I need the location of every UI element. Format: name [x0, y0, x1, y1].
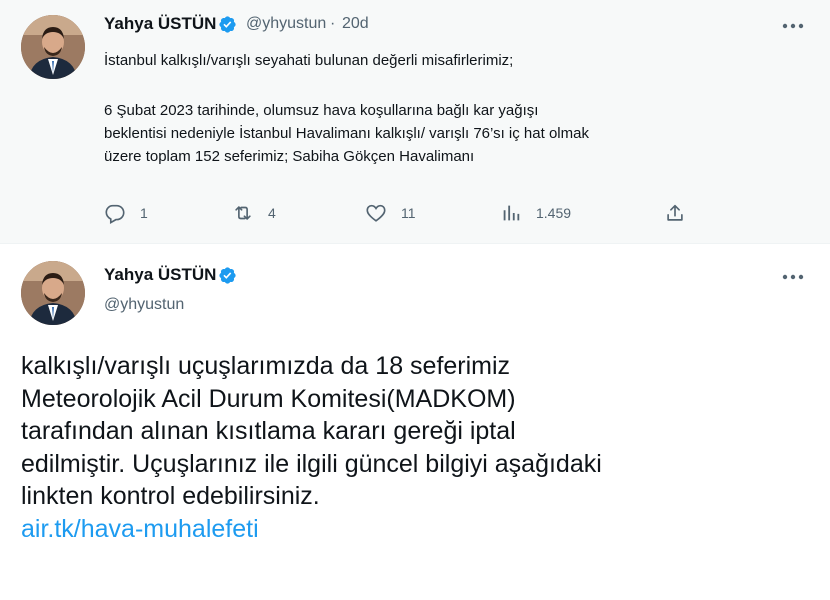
author-name[interactable]: Yahya ÜSTÜN [104, 14, 216, 34]
profile-photo [21, 261, 85, 325]
avatar[interactable] [21, 15, 85, 79]
author-handle[interactable]: @yhyustun [246, 15, 326, 33]
tweet-divider [0, 243, 830, 244]
views-button[interactable]: 1.459 [500, 200, 571, 226]
tweet-text-line: tarafından alınan kısıtlama kararı gereğ… [21, 417, 516, 445]
more-options-button[interactable] [778, 267, 808, 287]
more-options-button[interactable] [778, 16, 808, 36]
reply-button[interactable]: 1 [104, 200, 148, 226]
retweet-count: 4 [268, 205, 276, 221]
retweet-icon [235, 206, 251, 220]
tweet-text-line: 6 Şubat 2023 tarihinde, olumsuz hava koş… [104, 102, 539, 119]
tweet-text-line: edilmiştir. Uçuşlarınız ile ilgili günce… [21, 449, 602, 478]
more-dots-icon [782, 23, 804, 29]
views-count: 1.459 [536, 205, 572, 221]
retweet-button[interactable]: 4 [232, 200, 276, 226]
like-button[interactable]: 11 [365, 200, 416, 226]
tweet-timestamp[interactable]: 20d [342, 15, 369, 33]
share-icon [667, 204, 683, 221]
separator-dot: · [330, 15, 336, 32]
more-dots-icon [782, 274, 804, 280]
tweet-text-line: beklentisi nedeniyle İstanbul Havalimanı… [104, 125, 589, 142]
tweet-text: kalkışlı/varışlı uçuşlarımızda da 18 sef… [21, 350, 602, 545]
avatar[interactable] [21, 261, 85, 325]
tweet-text-line: İstanbul kalkışlı/varışlı seyahati bulun… [104, 52, 514, 69]
reply-count: 1 [140, 205, 148, 221]
author-handle[interactable]: @yhyustun [104, 296, 184, 314]
tweet-text-line: kalkışlı/varışlı uçuşlarımızda da 18 sef… [21, 352, 511, 380]
verified-badge-icon [219, 16, 236, 33]
heart-icon [366, 204, 386, 222]
tweet-actions: 1 4 11 1.459 [104, 200, 704, 226]
tweet-link[interactable]: air.tk/hava-muhalefeti [21, 513, 602, 546]
views-icon [503, 205, 520, 221]
like-count: 11 [401, 205, 416, 221]
tweet-text-line: Meteorolojik Acil Durum Komitesi(MADKOM) [21, 384, 516, 413]
author-name[interactable]: Yahya ÜSTÜN [104, 265, 216, 285]
tweet-text-line: üzere toplam 152 seferimiz; Sabiha Gökçe… [104, 148, 475, 165]
reply-icon [105, 204, 125, 224]
share-button[interactable] [664, 200, 686, 226]
verified-badge-icon [219, 267, 236, 284]
tweet-text-line: linkten kontrol edebilirsiniz. [21, 482, 320, 510]
profile-photo [21, 15, 85, 79]
